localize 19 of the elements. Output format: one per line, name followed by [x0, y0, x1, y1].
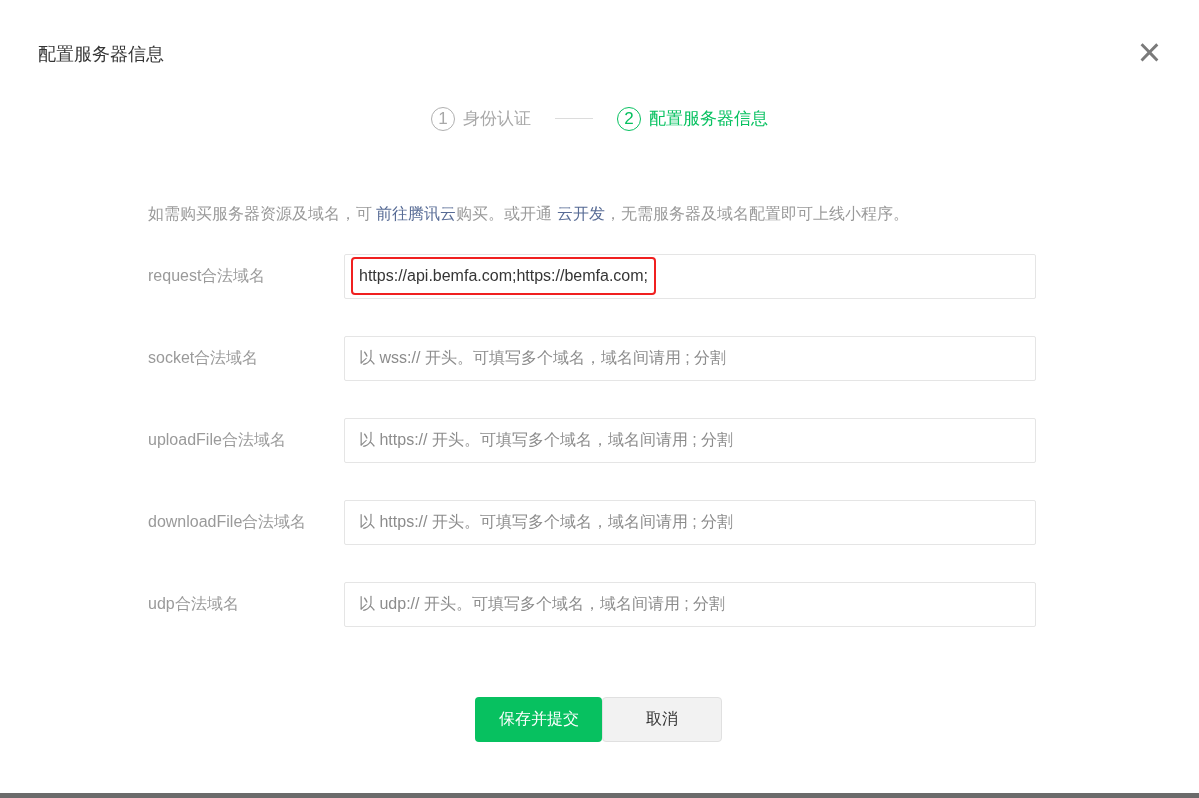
input-field[interactable]: 以 wss:// 开头。可填写多个域名，域名间请用 ; 分割 — [344, 335, 1036, 381]
link[interactable]: 云开发 — [556, 204, 605, 222]
close-button[interactable]: × — [1137, 32, 1161, 72]
link[interactable]: 前往腾讯云 — [376, 204, 457, 222]
field-label: udp合法域名 — [148, 593, 240, 614]
field-value: https://api.bemfa.com;https://bemfa.com; — [351, 257, 656, 295]
input-field[interactable]: https://api.bemfa.com;https://bemfa.com; — [344, 253, 1036, 299]
input-field[interactable]: 以 https:// 开头。可填写多个域名，域名间请用 ; 分割 — [344, 417, 1036, 463]
field-label: request合法域名 — [148, 265, 267, 286]
input-field[interactable]: 以 https:// 开头。可填写多个域名，域名间请用 ; 分割 — [344, 499, 1036, 545]
field-label: downloadFile合法域名 — [148, 511, 308, 532]
step: 1 身份认证 — [431, 106, 531, 132]
notice-text: 如需购买服务器资源及域名，可 前往腾讯云购买。或开通 云开发，无需服务器及域名配置即可上线小程序。 — [148, 203, 910, 224]
dialog-title: 配置服务器信息 — [38, 42, 164, 66]
field-label: socket合法域名 — [148, 347, 260, 368]
field-label: uploadFile合法域名 — [148, 429, 287, 450]
step: 2 配置服务器信息 — [617, 106, 768, 132]
cancel-button[interactable]: 取消 — [602, 696, 722, 742]
input-field[interactable]: 以 udp:// 开头。可填写多个域名，域名间请用 ; 分割 — [344, 581, 1036, 627]
